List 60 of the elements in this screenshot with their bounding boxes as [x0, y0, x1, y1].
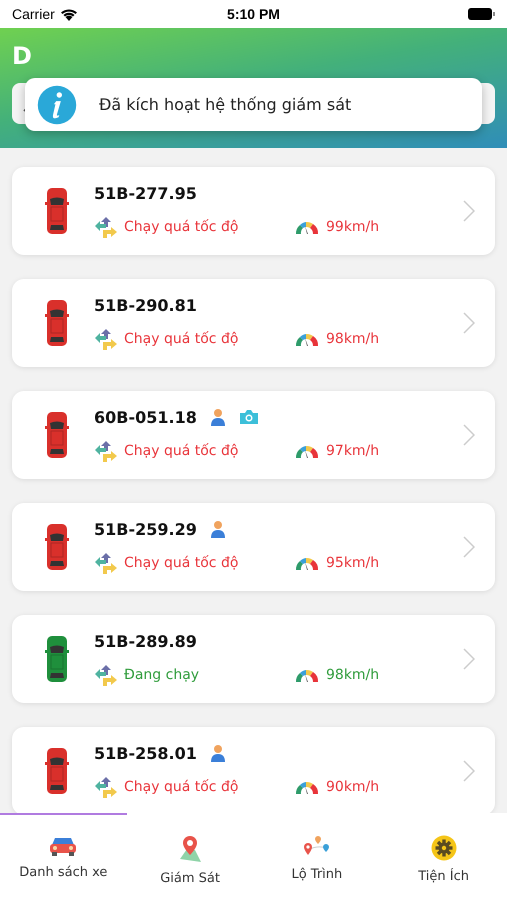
chevron-icon: [463, 200, 475, 222]
directions-icon: [94, 438, 118, 462]
map-pin-icon: [177, 835, 204, 863]
settings-icon: [430, 835, 457, 861]
directions-icon: [94, 550, 118, 574]
camera-icon: [238, 409, 259, 425]
status-label: Chạy quá tốc độ: [124, 330, 238, 346]
person-icon: [210, 744, 226, 762]
speed-value: 98km/h: [326, 666, 380, 682]
vehicle-card[interactable]: 51B-290.81 Chạy quá tốc độ 98km/h: [12, 279, 495, 367]
toast-message: Đã kích hoạt hệ thống giám sát: [99, 95, 352, 114]
speed-value: 90km/h: [326, 778, 380, 794]
speed-value: 97km/h: [326, 442, 380, 458]
car-icon: [49, 835, 78, 857]
chevron-icon: [463, 536, 475, 558]
license-plate: 51B-259.29: [94, 520, 197, 538]
status-label: Chạy quá tốc độ: [124, 554, 238, 570]
vehicle-card[interactable]: 51B-289.89 Đang chạy 98km/h: [12, 615, 495, 703]
page-title: D: [12, 42, 33, 72]
tab-item[interactable]: Tiện Ích: [380, 813, 507, 900]
license-plate: 51B-289.89: [94, 632, 197, 650]
vehicle-card[interactable]: 60B-051.18 Chạy quá tốc độ 97km/h: [12, 391, 495, 479]
person-icon: [210, 520, 226, 538]
carrier-label: Carrier: [12, 6, 55, 22]
status-label: Chạy quá tốc độ: [124, 442, 238, 458]
tab-item[interactable]: Danh sách xe: [0, 813, 127, 900]
license-plate: 51B-290.81: [94, 296, 197, 314]
status-label: Đang chạy: [124, 666, 200, 682]
status-label: Chạy quá tốc độ: [124, 218, 238, 234]
directions-icon: [94, 662, 118, 686]
tab-item[interactable]: Lộ Trình: [254, 813, 380, 900]
wifi-icon: [60, 8, 78, 20]
chevron-icon: [463, 760, 475, 782]
person-icon: [210, 408, 226, 426]
chevron-icon: [463, 424, 475, 446]
license-plate: 51B-277.95: [94, 184, 197, 202]
speed-value: 99km/h: [326, 218, 380, 234]
chevron-icon: [463, 648, 475, 670]
status-label: Chạy quá tốc độ: [124, 778, 238, 794]
directions-icon: [94, 774, 118, 798]
tab-item[interactable]: Giám Sát: [126, 813, 254, 900]
car-icon: [45, 747, 69, 795]
vehicle-card[interactable]: 51B-258.01 Chạy quá tốc độ 90km/h: [12, 727, 495, 813]
clock-time: 5:10 PM: [226, 6, 281, 22]
license-plate: 60B-051.18: [94, 408, 197, 426]
car-icon: [45, 523, 69, 571]
car-icon: [45, 635, 69, 683]
directions-icon: [94, 214, 118, 238]
chevron-icon: [463, 312, 475, 334]
speed-value: 95km/h: [326, 554, 380, 570]
speed-value: 98km/h: [326, 330, 380, 346]
car-icon: [45, 411, 69, 459]
battery-icon: [468, 8, 495, 20]
license-plate: 51B-258.01: [94, 744, 197, 762]
vehicle-card[interactable]: 51B-259.29 Chạy quá tốc độ 95km/h: [12, 503, 495, 591]
car-icon: [45, 299, 69, 347]
car-icon: [45, 187, 69, 235]
vehicle-card[interactable]: 51B-277.95 Chạy quá tốc độ 99km/h: [12, 167, 495, 255]
directions-icon: [94, 326, 118, 350]
info-icon: [37, 84, 77, 124]
